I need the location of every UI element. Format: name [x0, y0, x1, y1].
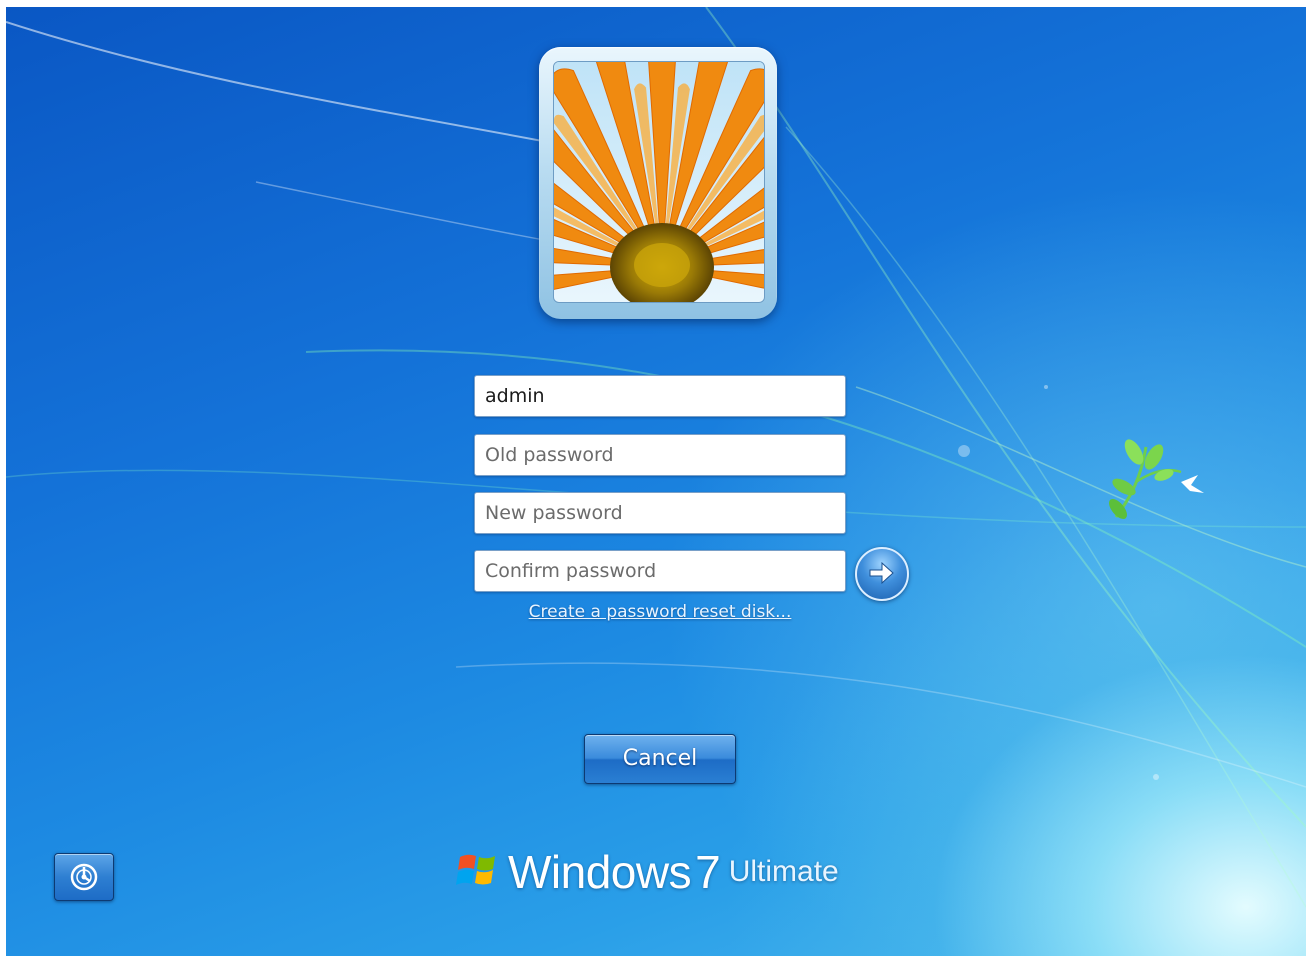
user-tile [539, 47, 777, 319]
version-number: 7 [695, 846, 721, 898]
windows-wordmark: Windows [508, 846, 692, 898]
submit-arrow-button[interactable] [855, 547, 909, 601]
user-picture-flower [553, 61, 765, 303]
edition-label: Ultimate [728, 855, 839, 888]
create-password-reset-disk-link[interactable]: Create a password reset disk... [474, 602, 846, 622]
ease-of-access-icon [70, 863, 98, 891]
windows-flag-icon [456, 849, 502, 895]
arrow-right-icon [869, 561, 894, 585]
new-password-field[interactable] [474, 492, 846, 534]
ease-of-access-button[interactable] [54, 853, 114, 901]
old-password-field[interactable] [474, 434, 846, 476]
branch-with-bird [1109, 439, 1204, 519]
cancel-button[interactable]: Cancel [584, 734, 736, 784]
confirm-password-field[interactable] [474, 550, 846, 592]
windows-7-ultimate-logo: Windows7 Ultimate [456, 845, 839, 905]
username-field[interactable] [474, 375, 846, 417]
logon-screen: Create a password reset disk... Cancel W… [6, 7, 1306, 956]
